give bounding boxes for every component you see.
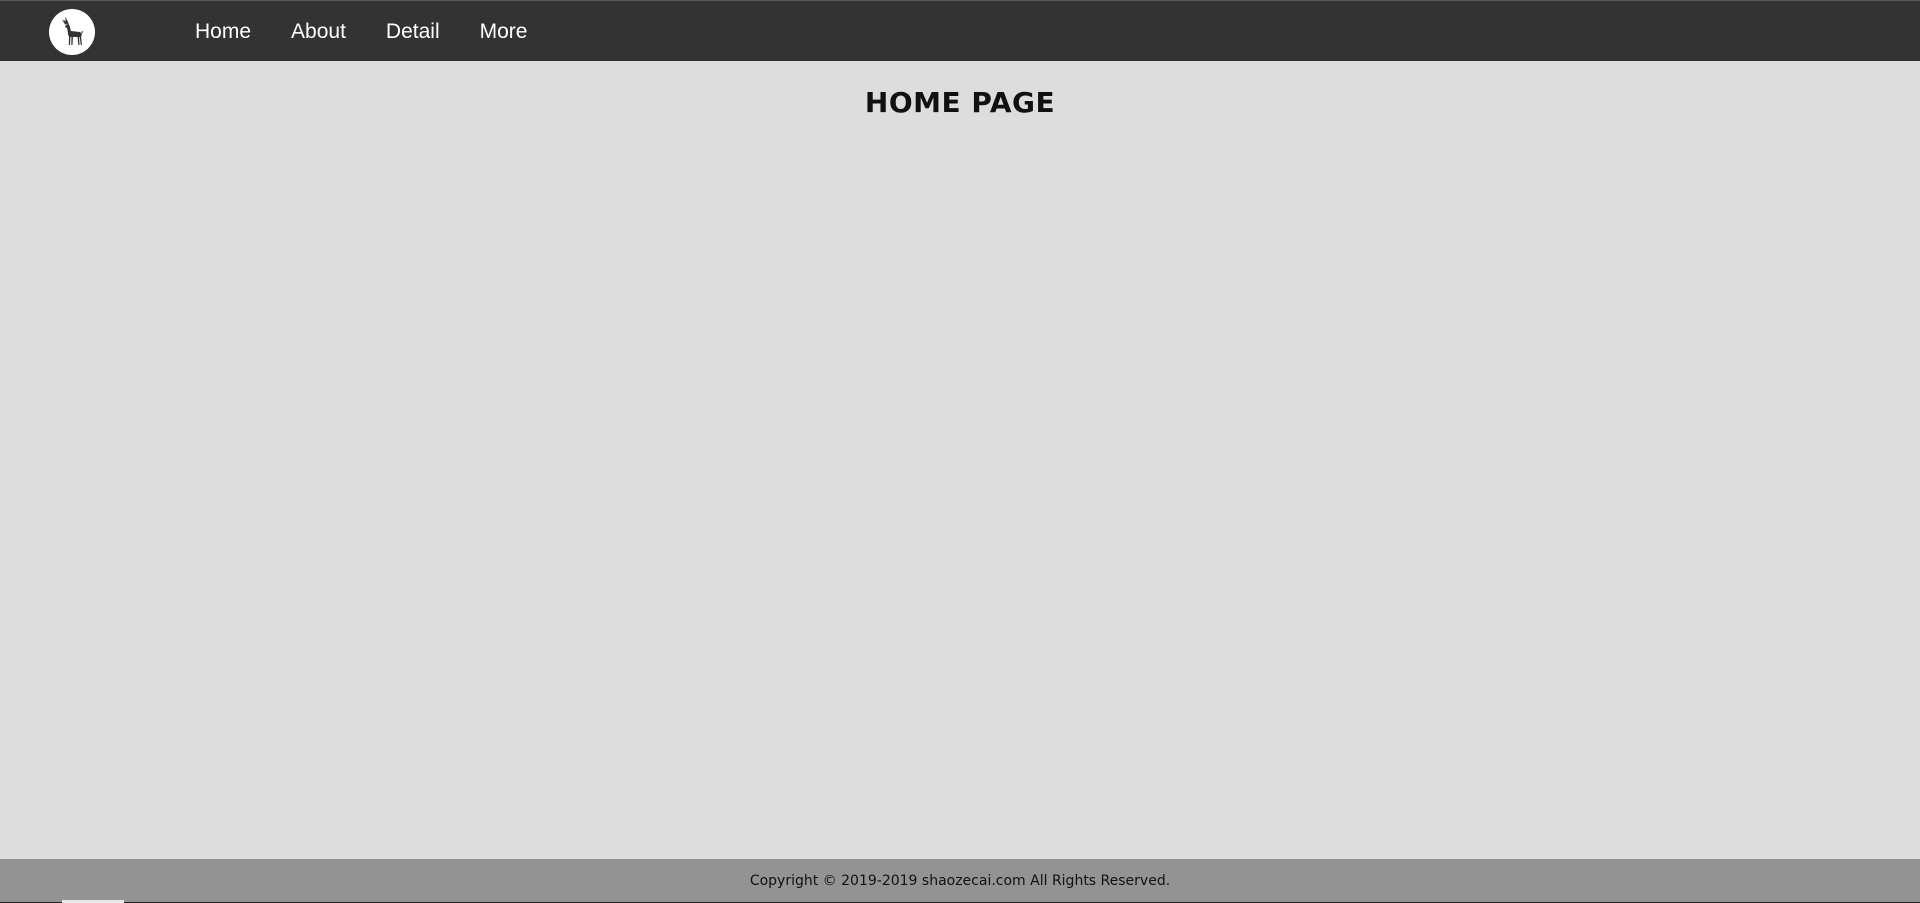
nav-link-about[interactable]: About [271,1,366,62]
nav-link-more[interactable]: More [460,1,548,62]
nav-link-detail[interactable]: Detail [366,1,460,62]
nav-links: Home About Detail More [175,1,547,62]
page-title: HOME PAGE [864,86,1056,119]
navbar: Home About Detail More [0,0,1920,61]
page: Home About Detail More HOME PAGE Copyrig… [0,0,1920,903]
footer: Copyright © 2019-2019 shaozecai.com All … [0,859,1920,903]
deer-icon [62,17,83,45]
nav-link-home[interactable]: Home [175,1,271,62]
logo[interactable] [49,9,95,55]
copyright-text: Copyright © 2019-2019 shaozecai.com All … [749,872,1171,889]
